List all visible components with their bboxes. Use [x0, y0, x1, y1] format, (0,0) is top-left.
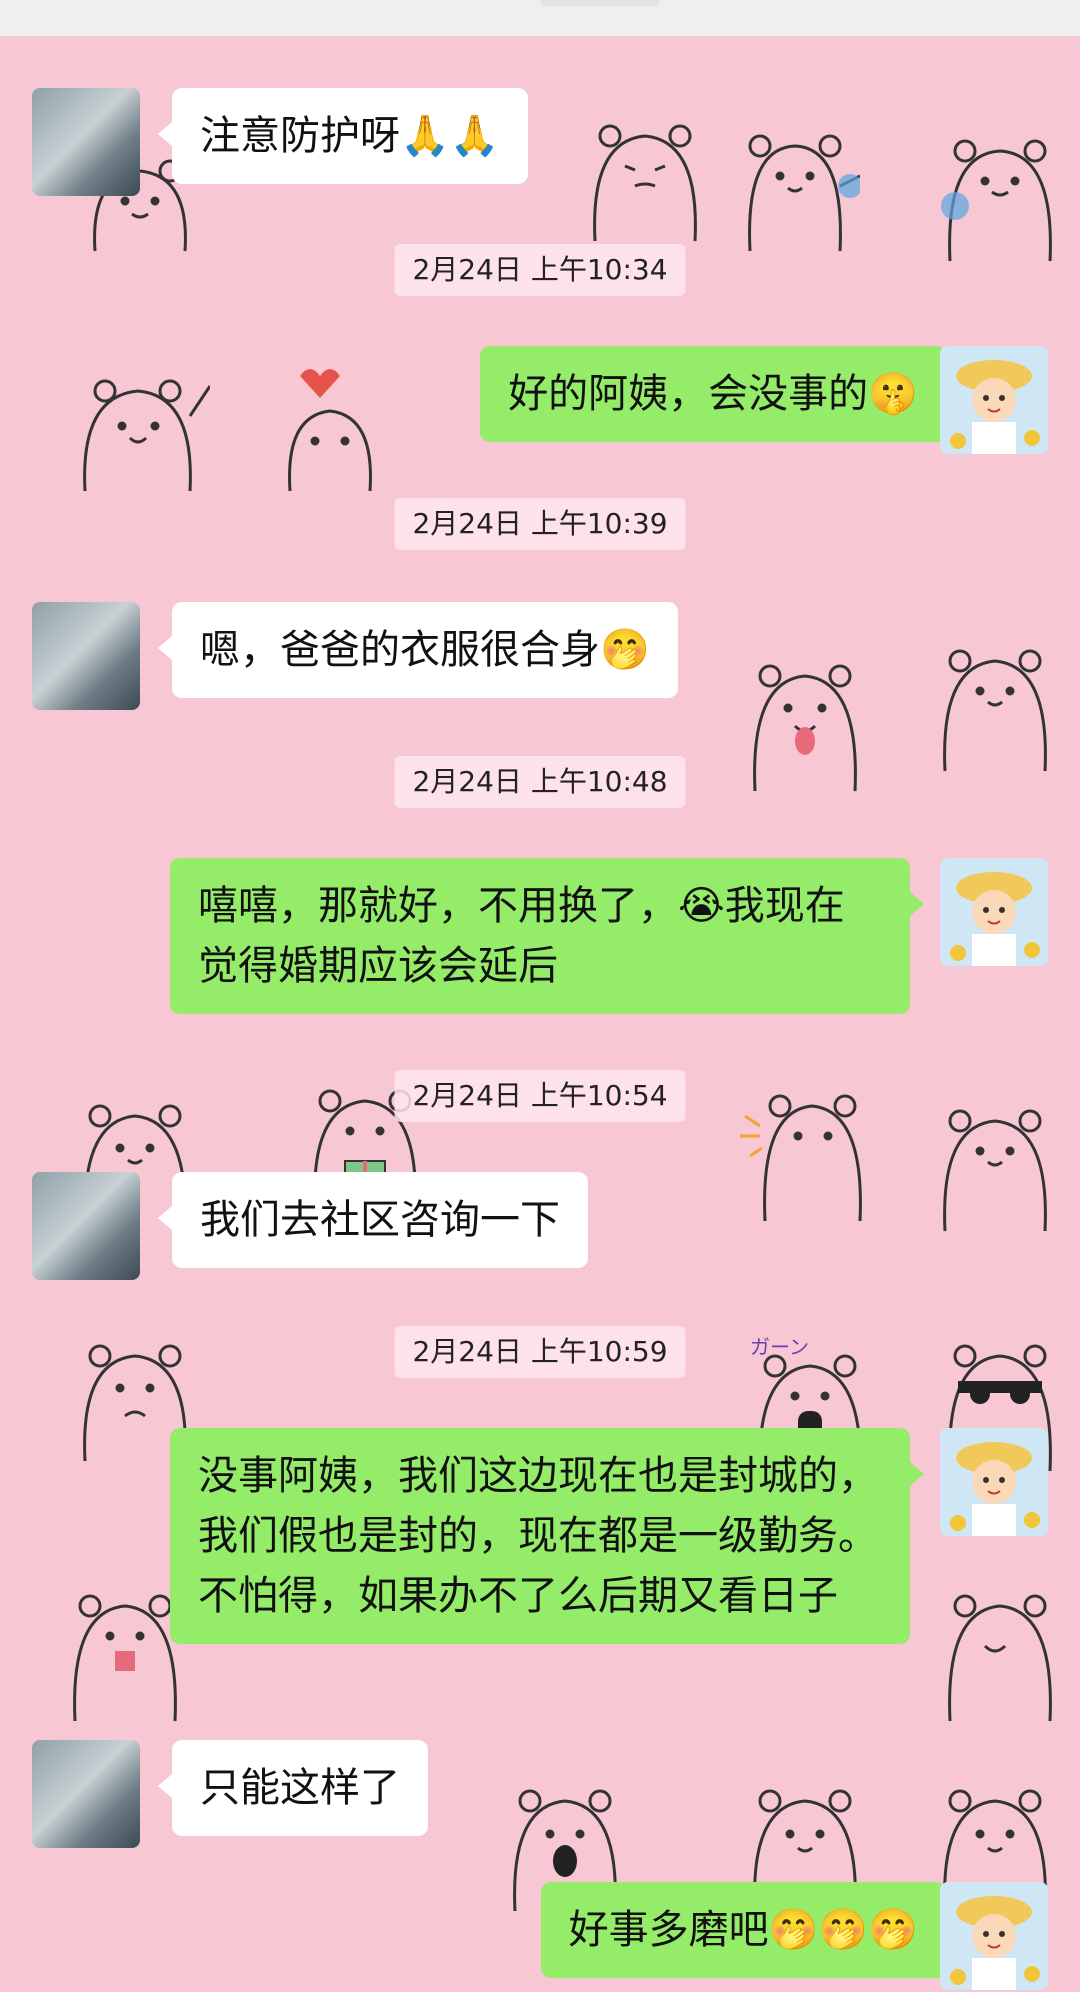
peer-avatar[interactable]	[32, 602, 140, 710]
timestamp: 2月24日 上午10:48	[394, 756, 686, 808]
incoming-message[interactable]: 我们去社区咨询一下	[158, 1172, 588, 1268]
bear-doodle-icon	[930, 636, 1060, 776]
self-avatar[interactable]	[940, 858, 1048, 966]
bear-doodle-icon	[930, 1576, 1070, 1726]
message-text: 我们去社区咨询一下	[200, 1197, 560, 1243]
timestamp: 2月24日 上午10:39	[394, 498, 686, 550]
message-text: 没事阿姨，我们这边现在也是封城的，我们假也是封的，现在都是一级勤务。不怕得，如果…	[198, 1453, 878, 1619]
self-avatar[interactable]	[940, 1428, 1048, 1536]
self-avatar[interactable]	[940, 1882, 1048, 1990]
incoming-message[interactable]: 嗯，爸爸的衣服很合身🤭	[158, 602, 678, 698]
chat-area[interactable]: ガーン 注意防护呀🙏🙏 2月24日 上午10:34 好的阿姨，会没事的🤫 2月2…	[0, 36, 1080, 1992]
bear-doodle-icon	[730, 126, 860, 256]
bear-doodle-icon	[930, 126, 1070, 266]
bear-doodle-icon	[270, 356, 380, 496]
peer-avatar[interactable]	[32, 88, 140, 196]
message-text: 嘻嘻，那就好，不用换了，😭我现在觉得婚期应该会延后	[198, 883, 845, 989]
incoming-message[interactable]: 注意防护呀🙏🙏	[158, 88, 528, 184]
message-text: 好事多磨吧🤭🤭🤭	[568, 1907, 918, 1953]
cartoon-boy-icon	[940, 346, 1048, 454]
cartoon-boy-icon	[940, 858, 1048, 966]
top-handle	[540, 0, 660, 6]
message-text: 注意防护呀🙏🙏	[200, 113, 500, 159]
incoming-message[interactable]: 只能这样了	[158, 1740, 428, 1836]
timestamp: 2月24日 上午10:34	[394, 244, 686, 296]
status-strip	[0, 0, 1080, 36]
cartoon-boy-icon	[940, 1428, 1048, 1536]
bear-doodle-icon	[60, 356, 210, 496]
bear-doodle-icon	[740, 1076, 880, 1226]
peer-avatar[interactable]	[32, 1740, 140, 1848]
message-text: 嗯，爸爸的衣服很合身🤭	[200, 627, 650, 673]
cartoon-boy-icon	[940, 1882, 1048, 1990]
bear-doodle-icon	[740, 646, 870, 796]
svg-text:ガーン: ガーン	[750, 1336, 809, 1359]
bear-doodle-icon	[930, 1096, 1060, 1236]
outgoing-message[interactable]: 嘻嘻，那就好，不用换了，😭我现在觉得婚期应该会延后	[170, 858, 924, 1014]
outgoing-message[interactable]: 好的阿姨，会没事的🤫	[480, 346, 960, 442]
timestamp: 2月24日 上午10:54	[394, 1070, 686, 1122]
timestamp: 2月24日 上午10:59	[394, 1326, 686, 1378]
message-text: 好的阿姨，会没事的🤫	[508, 371, 918, 417]
outgoing-message[interactable]: 好事多磨吧🤭🤭🤭	[540, 1882, 961, 1978]
peer-avatar[interactable]	[32, 1172, 140, 1280]
bear-doodle-icon	[580, 96, 710, 246]
self-avatar[interactable]	[940, 346, 1048, 454]
outgoing-message[interactable]: 没事阿姨，我们这边现在也是封城的，我们假也是封的，现在都是一级勤务。不怕得，如果…	[170, 1428, 924, 1644]
message-text: 只能这样了	[200, 1765, 400, 1811]
